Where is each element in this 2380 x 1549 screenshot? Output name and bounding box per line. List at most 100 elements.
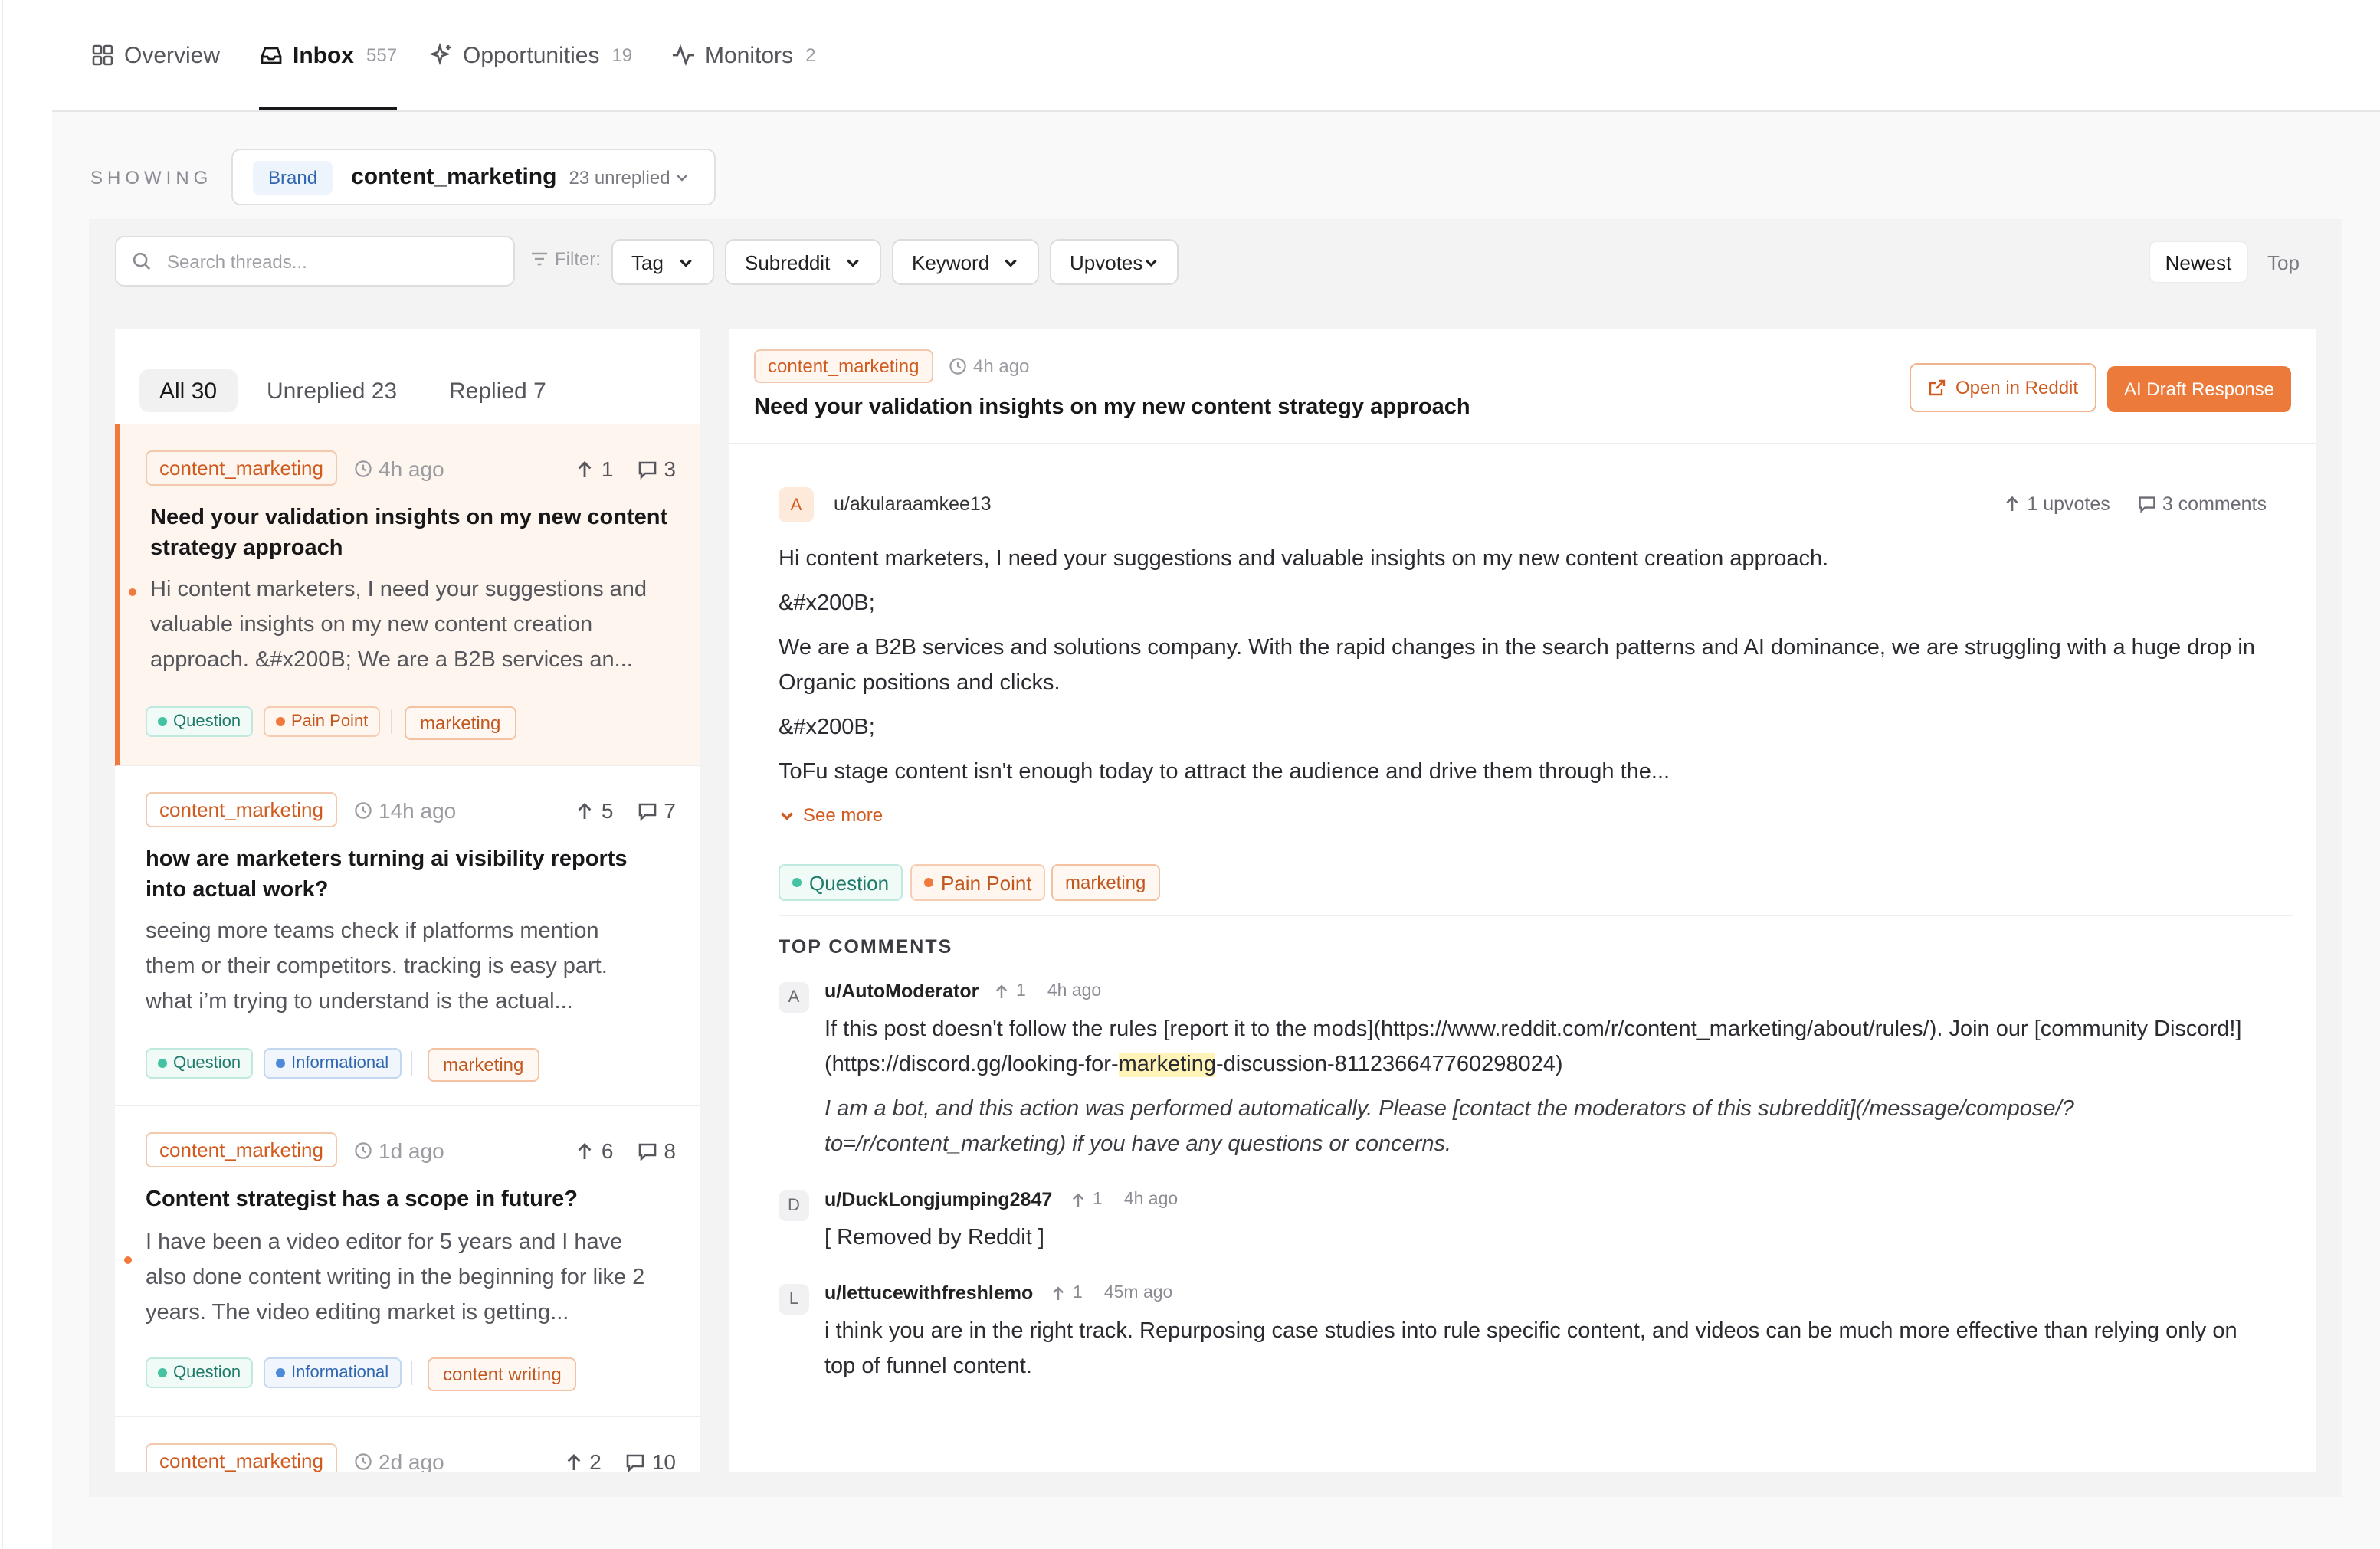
detail-header-divider (729, 443, 2316, 444)
comment-icon (639, 460, 657, 479)
tab-monitors[interactable]: Monitors 2 (671, 0, 815, 110)
thread-title: how are marketers turning ai visibility … (146, 847, 628, 902)
tab-opportunities-label: Opportunities (463, 42, 600, 68)
chevron-down-icon (1005, 258, 1017, 267)
filter-keyword-label: Keyword (912, 251, 990, 273)
post-author[interactable]: u/akularaamkee13 (834, 493, 992, 515)
filter-tag-dropdown[interactable]: Tag (611, 239, 714, 285)
thread-item[interactable]: content_marketing 14h ago 5 7 how are ma… (115, 766, 700, 1106)
inbox-icon (261, 47, 282, 64)
thread-excerpt: I have been a video editor for 5 years a… (146, 1230, 645, 1325)
thread-list: All 30 Unreplied 23 Replied 7 content_ma… (115, 329, 700, 1472)
tab-inbox-count: 557 (366, 44, 398, 66)
subtab-unreplied[interactable]: Unreplied 23 (247, 369, 417, 412)
see-more-label: See more (803, 804, 883, 826)
unread-dot (129, 588, 136, 596)
thread-subreddit-chip: content_marketing (146, 792, 337, 827)
comment-meta: 1 4h ago (993, 982, 1101, 1000)
thread-item[interactable]: content_marketing 4h ago 1 3 Need your v… (115, 424, 700, 766)
thread-comments: 7 (664, 798, 676, 823)
comment-author[interactable]: u/AutoModerator (824, 981, 979, 1002)
sort-newest[interactable]: Newest (2149, 241, 2248, 283)
tag-pain-point: Pain Point (264, 706, 381, 737)
thread-subreddit-chip: content_marketing (146, 1132, 337, 1167)
thread-title: Need your validation insights on my new … (150, 506, 668, 561)
thread-time-text: 2d ago (379, 1449, 444, 1472)
thread-time-text: 1d ago (379, 1138, 444, 1163)
see-more-link[interactable]: See more (779, 804, 883, 826)
brand-unreplied-count: 23 unreplied (569, 166, 670, 188)
search-box[interactable] (115, 236, 515, 287)
comment-text: i think you are in the right track. Repu… (824, 1319, 2237, 1379)
sparkles-icon (429, 43, 451, 66)
comment-icon (639, 802, 657, 820)
divider (779, 915, 2293, 916)
filter-upvotes-dropdown[interactable]: Upvotes (1050, 239, 1179, 285)
tag-informational: Informational (264, 1357, 402, 1388)
avatar: A (779, 487, 814, 522)
tag-separator (411, 1051, 412, 1076)
tab-overview[interactable]: Overview (90, 0, 220, 110)
open-in-reddit-button[interactable]: Open in Reddit (1910, 363, 2096, 412)
tag-question: Question (146, 706, 254, 737)
clock-icon (949, 358, 966, 375)
tab-overview-label: Overview (124, 42, 221, 68)
detail-title: Need your validation insights on my new … (754, 395, 1470, 420)
tab-inbox-label: Inbox (293, 42, 354, 68)
chevron-down-icon (677, 174, 688, 181)
subtab-all[interactable]: All 30 (139, 369, 238, 412)
comment-bot-note: I am a bot, and this action was performe… (824, 1097, 2074, 1157)
thread-upvotes: 2 (589, 1449, 602, 1472)
comment-icon (639, 1142, 657, 1161)
filter-keyword-dropdown[interactable]: Keyword (892, 239, 1039, 285)
subtab-replied[interactable]: Replied 7 (429, 369, 566, 412)
chevron-down-icon (680, 258, 692, 267)
avatar: D (779, 1190, 809, 1221)
thread-time: 14h ago (354, 798, 456, 823)
comment-author[interactable]: u/DuckLongjumping2847 (824, 1189, 1052, 1210)
comment-author[interactable]: u/lettucewithfreshlemo (824, 1282, 1033, 1304)
thread-stats: 1 3 (575, 457, 676, 481)
filter-subreddit-dropdown[interactable]: Subreddit (725, 239, 881, 285)
tab-monitors-count: 2 (805, 44, 816, 66)
comment-text: If this post doesn't follow the rules [r… (824, 1017, 2242, 1077)
upvote-arrow-icon (1072, 1192, 1084, 1206)
search-input[interactable] (164, 249, 492, 273)
sort-top[interactable]: Top (2253, 241, 2314, 283)
thread-excerpt: Hi content marketers, I need your sugges… (150, 578, 647, 673)
thread-item[interactable]: content_marketing 2d ago 2 10 (115, 1417, 700, 1472)
tab-monitors-label: Monitors (705, 42, 794, 68)
keyword-tag: marketing (405, 706, 516, 740)
chevron-down-icon (847, 258, 859, 267)
thread-filter-tabs: All 30 Unreplied 23 Replied 7 (115, 329, 700, 424)
tag-question: Question (779, 864, 903, 901)
chevron-down-icon (1145, 258, 1156, 267)
tag-informational: Informational (264, 1048, 402, 1079)
filter-icon (532, 252, 547, 266)
filter-tag-label: Tag (631, 251, 664, 273)
thread-comments: 10 (651, 1449, 676, 1472)
post-paragraph: &#x200B; (779, 716, 875, 740)
thread-time-text: 14h ago (379, 798, 457, 823)
comment-meta: 1 45m ago (1050, 1284, 1172, 1302)
thread-upvotes: 6 (601, 1138, 614, 1163)
thread-title: Content strategist has a scope in future… (146, 1187, 578, 1212)
post-stats: 1 upvotes 3 comments (2002, 493, 2267, 515)
detail-time-text: 4h ago (973, 355, 1030, 377)
tag-separator (391, 709, 392, 734)
activity-icon (673, 44, 694, 66)
ai-draft-response-button[interactable]: AI Draft Response (2107, 366, 2291, 412)
avatar: A (779, 982, 809, 1013)
tag-question: Question (146, 1048, 254, 1079)
comment-text: [ Removed by Reddit ] (824, 1226, 1044, 1250)
tag-question: Question (146, 1357, 254, 1388)
brand-selector[interactable]: Brand content_marketing 23 unreplied (231, 149, 716, 205)
tag-pain-point: Pain Point (910, 864, 1046, 901)
thread-item[interactable]: content_marketing 1d ago 6 8 Content str… (115, 1106, 700, 1417)
thread-time: 1d ago (354, 1138, 444, 1163)
thread-stats: 2 10 (563, 1449, 676, 1472)
tab-opportunities[interactable]: Opportunities 19 (429, 0, 632, 110)
thread-comments: 3 (664, 457, 676, 481)
tab-inbox[interactable]: Inbox 557 (259, 0, 398, 110)
thread-stats: 5 7 (575, 798, 676, 823)
